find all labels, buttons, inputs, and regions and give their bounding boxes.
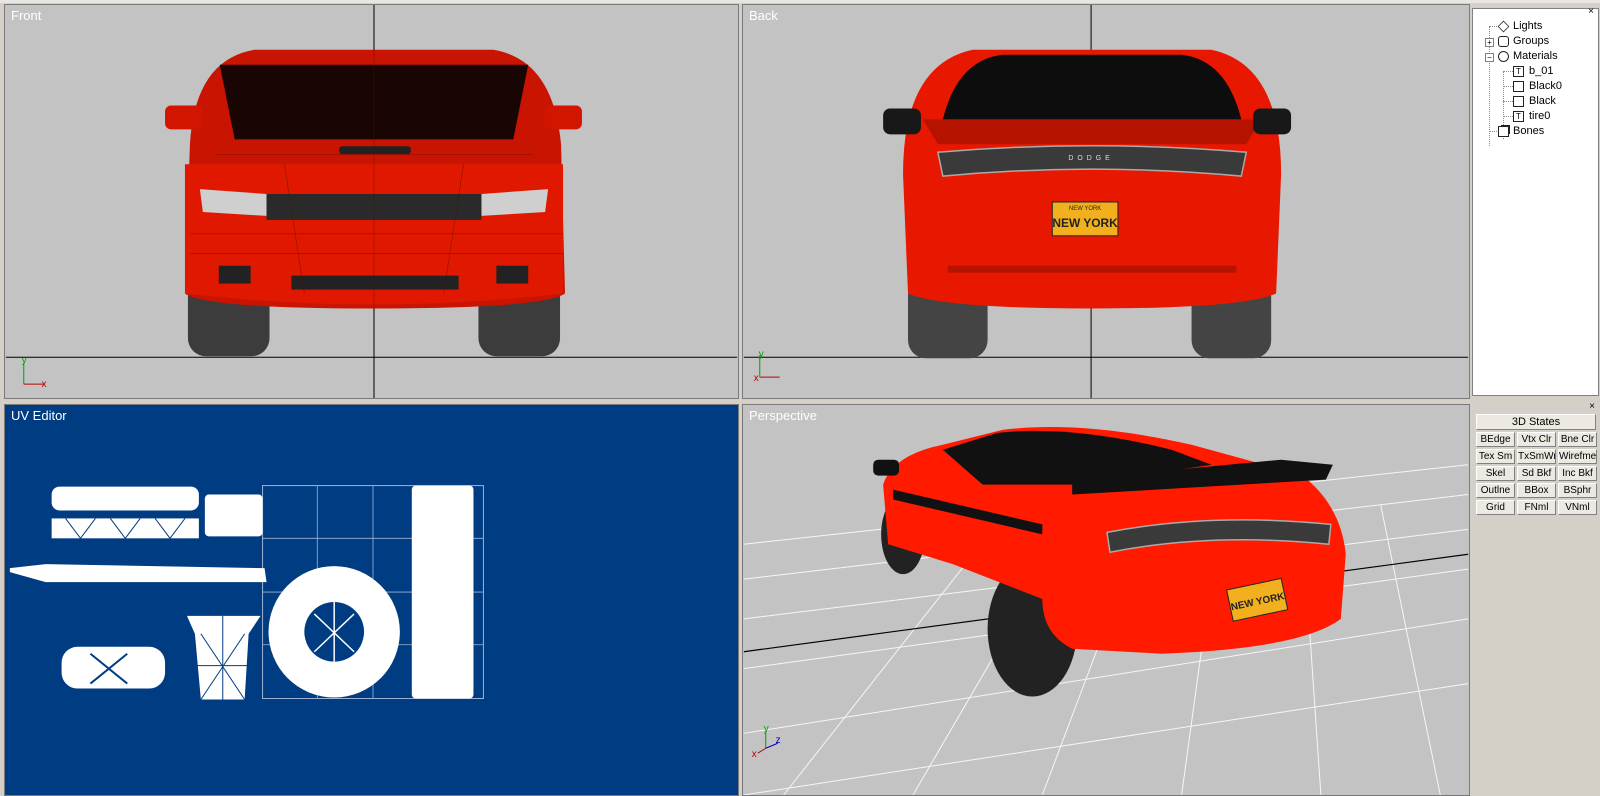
tree-item-b01[interactable]: T b_01 <box>1479 64 1597 79</box>
persp-axis-x <box>757 747 767 754</box>
toggle-vnml-button[interactable]: VNml <box>1558 500 1597 515</box>
3d-states-button[interactable]: 3D States <box>1476 414 1596 430</box>
back-viewport[interactable]: Back DODGE NEW YORK NEW YORK y x <box>742 4 1470 399</box>
uv-island-2 <box>51 518 199 539</box>
persp-axis-y-label: y <box>764 723 769 734</box>
front-left-foglight <box>218 265 251 284</box>
viewport-title-front: Front <box>11 8 42 23</box>
expand-plus-icon[interactable]: + <box>1485 38 1494 47</box>
tree-item-lights[interactable]: Lights <box>1479 19 1597 34</box>
cylinder-group-icon <box>1498 36 1509 47</box>
toggle-sd-bkf-button[interactable]: Sd Bkf <box>1517 466 1556 481</box>
toggle-tex-sm-button[interactable]: Tex Sm <box>1476 449 1515 464</box>
uv-editor-viewport[interactable]: UV Editor <box>4 404 739 796</box>
3d-states-panel: × 3D States BEdge Vtx Clr Bne Clr Tex Sm… <box>1472 402 1599 796</box>
back-axis-x-label: x <box>754 373 759 384</box>
viewport-title-perspective: Perspective <box>749 408 817 423</box>
back-rear-window <box>942 54 1242 120</box>
sphere-material-icon <box>1498 51 1509 62</box>
tree-item-black[interactable]: Black <box>1479 94 1597 109</box>
front-hood-scoop <box>339 146 411 155</box>
toggle-fnml-button[interactable]: FNml <box>1517 500 1556 515</box>
texture-material-icon: T <box>1513 111 1524 122</box>
scene-tree-close-icon[interactable]: × <box>1586 7 1596 17</box>
plain-material-icon <box>1513 81 1524 92</box>
front-axis-x-label: x <box>42 379 47 390</box>
scene-tree-panel[interactable]: × Lights + Groups − Materials T b_01 Bla… <box>1472 7 1599 396</box>
toggle-vtx-clr-button[interactable]: Vtx Clr <box>1517 432 1556 447</box>
front-viewport[interactable]: Front y x <box>4 4 739 399</box>
perspective-viewport[interactable]: Perspective NEW YORK y z x <box>742 404 1470 796</box>
perspective-canvas[interactable]: NEW YORK y z x <box>743 405 1469 795</box>
back-plate-main: NEW YORK <box>1052 216 1118 230</box>
tree-item-bones[interactable]: Bones <box>1479 124 1597 139</box>
toggle-outlne-button[interactable]: Outlne <box>1476 483 1515 498</box>
tree-item-materials[interactable]: − Materials <box>1479 49 1597 64</box>
front-lower-grille <box>291 275 459 290</box>
back-right-mirror <box>1253 108 1292 135</box>
toggle-grid-button[interactable]: Grid <box>1476 500 1515 515</box>
back-trunk-lid <box>922 119 1262 145</box>
toggle-bne-clr-button[interactable]: Bne Clr <box>1558 432 1597 447</box>
tree-item-groups[interactable]: + Groups <box>1479 34 1597 49</box>
toggle-txsmwr-button[interactable]: TxSmWr <box>1517 449 1556 464</box>
toggle-wirefme-button[interactable]: Wirefme <box>1558 449 1597 464</box>
back-left-mirror <box>883 108 921 135</box>
back-diffuser <box>947 265 1237 273</box>
toggle-inc-bkf-button[interactable]: Inc Bkf <box>1558 466 1597 481</box>
uv-island-tall <box>411 485 474 699</box>
front-left-mirror <box>165 105 203 130</box>
toggle-bbox-button[interactable]: BBox <box>1517 483 1556 498</box>
front-view-canvas[interactable]: y x <box>5 5 738 398</box>
uv-island-3 <box>204 494 263 537</box>
persp-axis-z-label: z <box>776 735 781 746</box>
states-panel-close-icon[interactable]: × <box>1587 402 1597 412</box>
tree-item-tire0[interactable]: T tire0 <box>1479 109 1597 124</box>
toggle-bsphr-button[interactable]: BSphr <box>1558 483 1597 498</box>
tree-item-black0[interactable]: Black0 <box>1479 79 1597 94</box>
back-axis-y-label: y <box>759 349 764 360</box>
front-right-mirror <box>544 105 582 130</box>
front-axis-y-label: y <box>22 355 27 366</box>
toggle-skel-button[interactable]: Skel <box>1476 466 1515 481</box>
viewport-title-back: Back <box>749 8 778 23</box>
texture-material-icon: T <box>1513 66 1524 77</box>
back-view-canvas[interactable]: DODGE NEW YORK NEW YORK y x <box>743 5 1469 398</box>
viewport-title-uv: UV Editor <box>11 408 67 423</box>
collapse-minus-icon[interactable]: − <box>1485 53 1494 62</box>
uv-island-6 <box>61 646 166 689</box>
scene-tree: Lights + Groups − Materials T b_01 Black… <box>1479 19 1597 146</box>
front-right-foglight <box>496 265 529 284</box>
toggle-bedge-button[interactable]: BEdge <box>1476 432 1515 447</box>
back-plate-top: NEW YORK <box>1069 206 1101 212</box>
uv-island-1 <box>51 486 199 511</box>
top-strip <box>0 0 1600 3</box>
uv-island-4 <box>9 564 267 583</box>
back-badge: DODGE <box>1068 155 1113 162</box>
persp-mirror <box>873 459 900 476</box>
uv-editor-canvas[interactable] <box>5 405 738 795</box>
uv-island-5 <box>186 615 261 700</box>
bone-cube-icon <box>1498 126 1509 137</box>
diamond-light-icon <box>1497 20 1510 33</box>
persp-axis-x-label: x <box>752 749 757 760</box>
plain-material-icon <box>1513 96 1524 107</box>
